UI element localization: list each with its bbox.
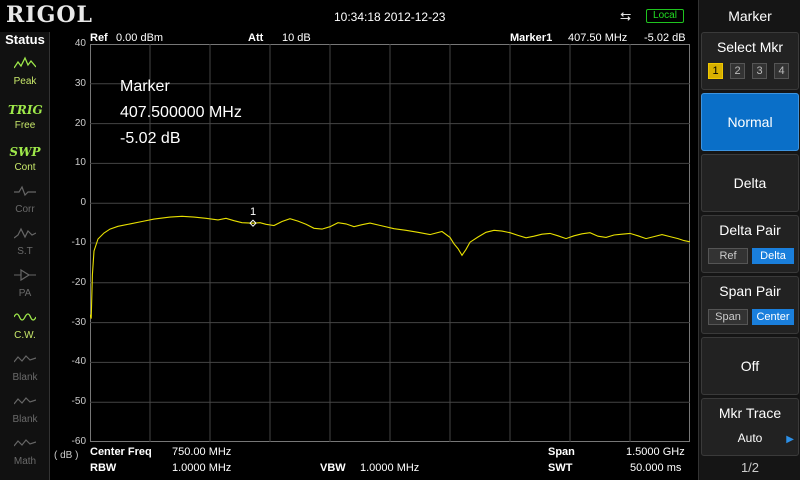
delta-softkey[interactable]: Delta (701, 154, 799, 212)
source-tracking-icon (8, 226, 42, 246)
marker-header-level: -5.02 dB (644, 32, 686, 44)
status-source-tracking[interactable]: S.T (8, 226, 42, 264)
marker-readout-freq: 407.500000 MHz (120, 104, 242, 121)
marker-readout-title: Marker (120, 78, 170, 95)
status-math[interactable]: Math (8, 436, 42, 474)
y-tick-label: 10 (74, 157, 86, 169)
submenu-arrow-icon: ▶ (786, 434, 794, 445)
y-tick-label: 20 (74, 117, 86, 129)
marker-1-label: 1 (250, 206, 256, 218)
marker-number-selector: 1 2 3 4 (706, 63, 796, 81)
marker-2-option[interactable]: 2 (730, 63, 745, 79)
corr-icon (8, 184, 42, 204)
marker-4-option[interactable]: 4 (774, 63, 789, 79)
marker-header-label: Marker1 (510, 32, 553, 44)
peak-icon (8, 56, 42, 76)
delta-pair-toggle: Ref Delta (706, 248, 794, 264)
status-corr[interactable]: Corr (8, 184, 42, 222)
normal-softkey[interactable]: Normal (701, 93, 799, 151)
att-value: 10 dB (282, 32, 311, 44)
marker-1-option[interactable]: 1 (708, 63, 723, 79)
marker-header-freq: 407.50 MHz (568, 32, 628, 44)
status-panel: Status Peak TRIG Free SWP Cont Corr S.T … (0, 32, 50, 480)
ref-label: Ref (90, 32, 108, 44)
y-tick-label: -10 (71, 237, 86, 248)
swt-value[interactable]: 50.000 ms (630, 462, 681, 474)
softkey-menu: Marker Select Mkr 1 2 3 4 Normal Delta D… (698, 0, 800, 480)
menu-title: Marker (728, 8, 772, 24)
y-tick-label: 40 (74, 38, 86, 49)
status-trig[interactable]: TRIG Free (8, 100, 43, 138)
y-tick-label: 0 (80, 197, 86, 209)
rbw-label: RBW (90, 462, 117, 474)
y-tick-label: -20 (71, 276, 86, 288)
vbw-value[interactable]: 1.0000 MHz (360, 462, 419, 474)
status-sweep[interactable]: SWP Cont (8, 142, 42, 180)
mkr-trace-label: Mkr Trace (718, 405, 782, 421)
cw-icon (8, 310, 42, 330)
off-softkey[interactable]: Off (701, 337, 799, 395)
y-tick-label: -30 (71, 316, 86, 328)
preamp-icon (8, 268, 42, 288)
y-tick-label: 30 (74, 77, 86, 89)
menu-page-indicator[interactable]: 1/2 (699, 460, 800, 475)
span-value[interactable]: 1.5000 GHz (626, 446, 685, 458)
date-time: 10:34:18 2012-12-23 (334, 10, 446, 24)
marker-readout-level: -5.02 dB (120, 130, 181, 147)
spectrum-display: Ref 0.00 dBm Att 10 dB Marker1 407.50 MH… (50, 32, 698, 480)
status-peak[interactable]: Peak (8, 56, 42, 94)
center-freq-label: Center Freq (90, 446, 152, 458)
y-tick-label: -60 (71, 436, 86, 447)
status-blank-1[interactable]: Blank (8, 352, 42, 390)
mkr-trace-softkey[interactable]: Mkr Trace Auto ▶ (701, 398, 799, 456)
status-cw[interactable]: C.W. (8, 310, 42, 348)
mkr-trace-value: Auto (737, 431, 763, 445)
swt-label: SWT (548, 462, 573, 474)
center-freq-value[interactable]: 750.00 MHz (172, 446, 231, 458)
span-pair-softkey[interactable]: Span Pair Span Center (701, 276, 799, 334)
delta-pair-softkey[interactable]: Delta Pair Ref Delta (701, 215, 799, 273)
blank-icon (8, 394, 42, 414)
trig-icon: TRIG (8, 103, 43, 117)
rbw-value[interactable]: 1.0000 MHz (172, 462, 231, 474)
span-pair-center-option[interactable]: Center (752, 309, 794, 325)
header-info: Ref 0.00 dBm Att 10 dB Marker1 407.50 MH… (90, 32, 690, 44)
select-mkr-softkey[interactable]: Select Mkr 1 2 3 4 (701, 32, 799, 90)
local-status-badge[interactable]: Local (646, 9, 684, 23)
status-title: Status (5, 32, 45, 47)
status-preamp[interactable]: PA (8, 268, 42, 306)
marker-readout: Marker 407.500000 MHz -5.02 dB (120, 74, 242, 152)
span-pair-span-option[interactable]: Span (708, 309, 748, 325)
blank-icon (8, 352, 42, 372)
vbw-label: VBW (320, 462, 346, 474)
span-pair-toggle: Span Center (706, 309, 794, 325)
y-tick-label: -50 (71, 396, 86, 408)
status-blank-2[interactable]: Blank (8, 394, 42, 432)
span-label: Span (548, 446, 575, 458)
rigol-logo: RIGOL (6, 2, 93, 28)
marker-3-option[interactable]: 3 (752, 63, 767, 79)
y-axis-unit: ( dB ) (54, 450, 79, 461)
y-tick-label: -40 (71, 356, 86, 368)
top-bar: RIGOL 10:34:18 2012-12-23 ⮀ Local (0, 0, 698, 32)
math-icon (8, 436, 42, 456)
att-label: Att (248, 32, 264, 44)
delta-pair-delta-option[interactable]: Delta (752, 248, 794, 264)
usb-icon: ⮀ (620, 8, 632, 24)
sweep-icon: SWP (9, 145, 41, 159)
delta-pair-label: Delta Pair (719, 222, 781, 238)
delta-pair-ref-option[interactable]: Ref (708, 248, 748, 264)
ref-value: 0.00 dBm (116, 32, 164, 44)
span-pair-label: Span Pair (719, 283, 781, 299)
select-mkr-label: Select Mkr (716, 39, 784, 55)
